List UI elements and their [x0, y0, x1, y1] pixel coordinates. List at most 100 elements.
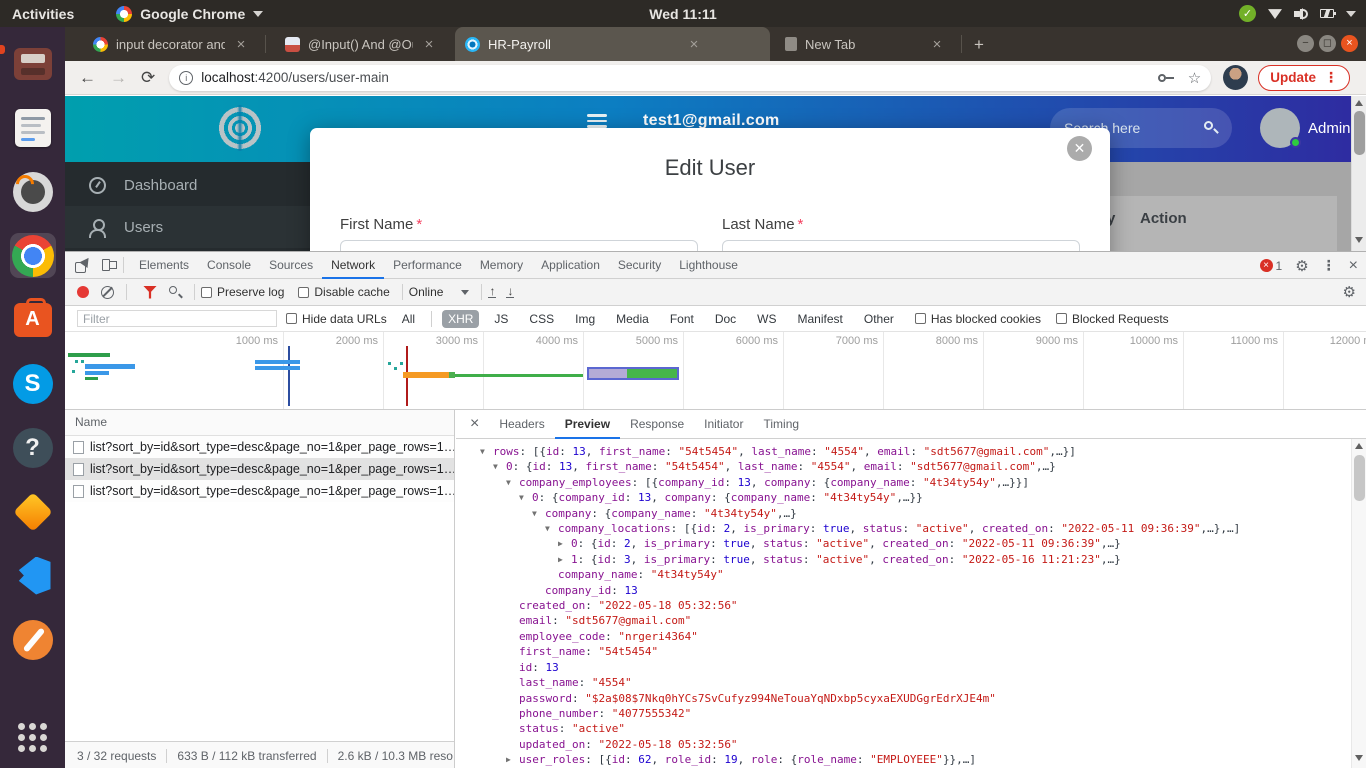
waterfall-bar[interactable]	[72, 370, 75, 373]
waterfall-bar[interactable]	[81, 360, 84, 363]
record-network-log-button[interactable]	[77, 286, 89, 298]
detail-tab-preview[interactable]: Preview	[555, 410, 620, 439]
app-logo-icon[interactable]	[217, 105, 263, 151]
import-har-icon[interactable]: ↑	[488, 286, 496, 298]
waterfall-bar[interactable]	[85, 371, 109, 375]
tree-toggle-icon[interactable]: ▶	[558, 552, 571, 567]
address-bar[interactable]: i localhost:4200/users/user-main ☆	[169, 65, 1211, 91]
waterfall-bar[interactable]	[75, 360, 78, 363]
preview-line[interactable]: created_on: "2022-05-18 05:32:56"	[456, 598, 1351, 613]
scroll-up-icon[interactable]	[1355, 443, 1363, 449]
tab-close-icon[interactable]: ×	[233, 36, 249, 53]
tree-toggle-icon[interactable]: ▼	[480, 444, 493, 459]
waterfall-bar[interactable]	[455, 374, 583, 377]
preview-scrollbar[interactable]	[1351, 439, 1366, 768]
devtools-close-icon[interactable]: ×	[1349, 257, 1358, 275]
filter-type-font[interactable]: Font	[664, 310, 700, 328]
export-har-icon[interactable]: ↓	[506, 286, 514, 298]
scroll-down-icon[interactable]	[1355, 237, 1363, 243]
filter-type-xhr[interactable]: XHR	[442, 310, 479, 328]
tree-toggle-icon[interactable]: ▼	[545, 521, 558, 536]
dock-printer-icon[interactable]	[10, 41, 56, 86]
devtools-tab-memory[interactable]: Memory	[471, 252, 532, 279]
filter-type-other[interactable]: Other	[858, 310, 900, 328]
scroll-up-icon[interactable]	[1355, 100, 1363, 106]
dock-help-icon[interactable]: ?	[10, 425, 56, 470]
preview-line[interactable]: ▶user_roles: [{id: 62, role_id: 19, role…	[456, 752, 1351, 767]
preview-line[interactable]: last_name: "4554"	[456, 675, 1351, 690]
detail-tab-timing[interactable]: Timing	[753, 410, 809, 439]
show-applications-button[interactable]	[10, 715, 56, 760]
preserve-log-checkbox[interactable]: Preserve log	[201, 285, 284, 299]
network-overview-timeline[interactable]: 1000 ms2000 ms3000 ms4000 ms5000 ms6000 …	[65, 332, 1366, 410]
preview-line[interactable]: company_id: 13	[456, 583, 1351, 598]
bookmark-star-icon[interactable]: ☆	[1188, 69, 1201, 87]
tab-input-output[interactable]: @Input() And @Output() ×	[275, 27, 447, 61]
dock-draw-app-icon[interactable]	[10, 489, 56, 534]
devtools-tab-elements[interactable]: Elements	[130, 252, 198, 279]
devtools-tab-sources[interactable]: Sources	[260, 252, 322, 279]
dock-vscode-icon[interactable]	[10, 553, 56, 598]
first-name-input[interactable]	[340, 240, 698, 251]
site-info-icon[interactable]: i	[179, 71, 193, 85]
tab-new-tab[interactable]: New Tab ×	[775, 27, 955, 61]
filter-type-doc[interactable]: Doc	[709, 310, 742, 328]
has-blocked-cookies-checkbox[interactable]: Has blocked cookies	[915, 312, 1041, 326]
filter-input[interactable]	[77, 310, 277, 327]
preview-line[interactable]: ▼rows: [{id: 13, first_name: "54t5454", …	[456, 444, 1351, 459]
tree-toggle-icon[interactable]: ▶	[558, 536, 571, 551]
detail-tab-response[interactable]: Response	[620, 410, 694, 439]
scrollbar-thumb[interactable]	[1354, 111, 1365, 155]
search-icon[interactable]	[1204, 121, 1218, 135]
scroll-down-icon[interactable]	[1355, 755, 1363, 761]
selected-waterfall-bar[interactable]	[587, 367, 679, 380]
activities-button[interactable]: Activities	[12, 6, 74, 22]
dock-tools-icon[interactable]	[10, 617, 56, 662]
devtools-menu-icon[interactable]: ⋮	[1322, 257, 1336, 274]
filter-type-all[interactable]: All	[396, 310, 421, 328]
clear-network-log-icon[interactable]	[101, 286, 114, 299]
waterfall-bar[interactable]	[255, 360, 300, 364]
error-count-badge[interactable]: ×1	[1260, 259, 1283, 273]
detail-tab-headers[interactable]: Headers	[489, 410, 554, 439]
dock-chrome-icon[interactable]	[10, 233, 56, 278]
preview-line[interactable]: ▼company_locations: [{id: 2, is_primary:…	[456, 521, 1351, 536]
preview-line[interactable]: ▶0: {id: 2, is_primary: true, status: "a…	[456, 536, 1351, 551]
waterfall-bar[interactable]	[394, 367, 397, 370]
devtools-tab-application[interactable]: Application	[532, 252, 609, 279]
waterfall-bar[interactable]	[85, 377, 98, 380]
preview-line[interactable]: ▶1: {id: 3, is_primary: true, status: "a…	[456, 552, 1351, 567]
browser-menu-icon[interactable]: ⋮	[1324, 69, 1338, 86]
tree-toggle-icon[interactable]: ▼	[493, 459, 506, 474]
preview-line[interactable]: email: "sdt5677@gmail.com"	[456, 613, 1351, 628]
preview-line[interactable]: updated_on: "2022-05-18 05:32:56"	[456, 737, 1351, 752]
page-scrollbar[interactable]	[1351, 96, 1366, 251]
close-window-button[interactable]: ×	[1341, 35, 1358, 52]
dock-text-editor-icon[interactable]	[10, 105, 56, 150]
password-key-icon[interactable]	[1158, 74, 1174, 82]
preview-line[interactable]: ▼company_employees: [{company_id: 13, co…	[456, 475, 1351, 490]
waterfall-bar[interactable]	[388, 362, 391, 365]
tab-hr-payroll[interactable]: HR-Payroll ×	[455, 27, 770, 61]
search-network-icon[interactable]	[169, 286, 182, 299]
preview-line[interactable]: company_name: "4t34ty54y"	[456, 567, 1351, 582]
waterfall-bar[interactable]	[403, 372, 449, 378]
minimize-button[interactable]: −	[1297, 35, 1314, 52]
update-button[interactable]: Update⋮	[1258, 65, 1350, 91]
inspect-element-icon[interactable]	[75, 257, 91, 273]
app-menu[interactable]: Google Chrome	[116, 6, 263, 22]
preview-line[interactable]: password: "$2a$08$7Nkq0hYCs7SvCufyz994Ne…	[456, 691, 1351, 706]
maximize-button[interactable]: ◻	[1319, 35, 1336, 52]
new-tab-button[interactable]: +	[968, 34, 990, 56]
preview-line[interactable]: phone_number: "4077555342"	[456, 706, 1351, 721]
reload-button[interactable]: ⟳	[141, 68, 155, 88]
tree-toggle-icon[interactable]: ▼	[519, 490, 532, 505]
filter-type-media[interactable]: Media	[610, 310, 655, 328]
tab-input-decorator[interactable]: input decorator and outp ×	[83, 27, 259, 61]
forward-button[interactable]: →	[110, 68, 127, 88]
devtools-tab-network[interactable]: Network	[322, 252, 384, 279]
close-detail-icon[interactable]: ×	[470, 415, 479, 433]
filter-icon[interactable]	[143, 286, 157, 299]
clock[interactable]: Wed 11:11	[649, 6, 716, 22]
hide-data-urls-checkbox[interactable]: Hide data URLs	[286, 312, 387, 326]
